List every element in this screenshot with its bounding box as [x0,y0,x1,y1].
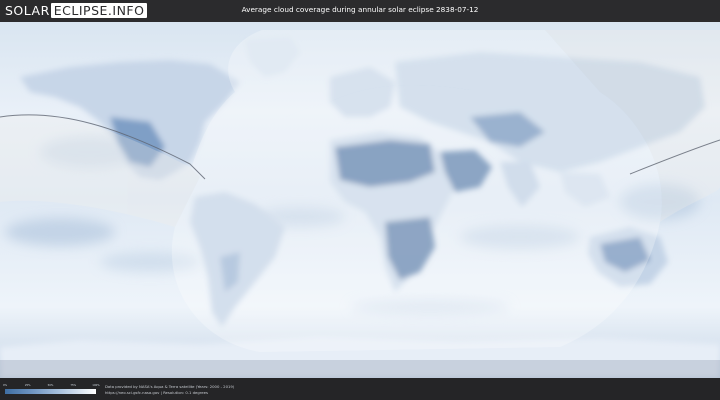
header-bar: SOLAR ECLIPSE.INFO Average cloud coverag… [0,0,720,22]
legend-ticks: 0% 25% 50% 75% 100% [2,384,100,388]
polar-shading [0,360,720,378]
cloud-coverage-legend: 0% 25% 50% 75% 100% [2,384,100,394]
legend-tick-25: 25% [24,384,31,387]
credit-line-2[interactable]: https://neo.sci.gsfc.nasa.gov | Resoluti… [105,390,234,396]
page-title: Average cloud coverage during annular so… [241,5,479,14]
footer-bar: 0% 25% 50% 75% 100% Data provided by NAS… [0,378,720,400]
legend-color-bar [5,389,96,394]
legend-tick-0: 0% [2,384,8,387]
legend-tick-100: 100% [92,384,100,387]
legend-tick-50: 50% [47,384,54,387]
data-credit: Data provided by NASA's Aqua & Terra sat… [105,384,234,395]
credit-line-1: Data provided by NASA's Aqua & Terra sat… [105,384,235,389]
cloud-coverage-map[interactable] [0,22,720,378]
legend-tick-75: 75% [70,384,77,387]
